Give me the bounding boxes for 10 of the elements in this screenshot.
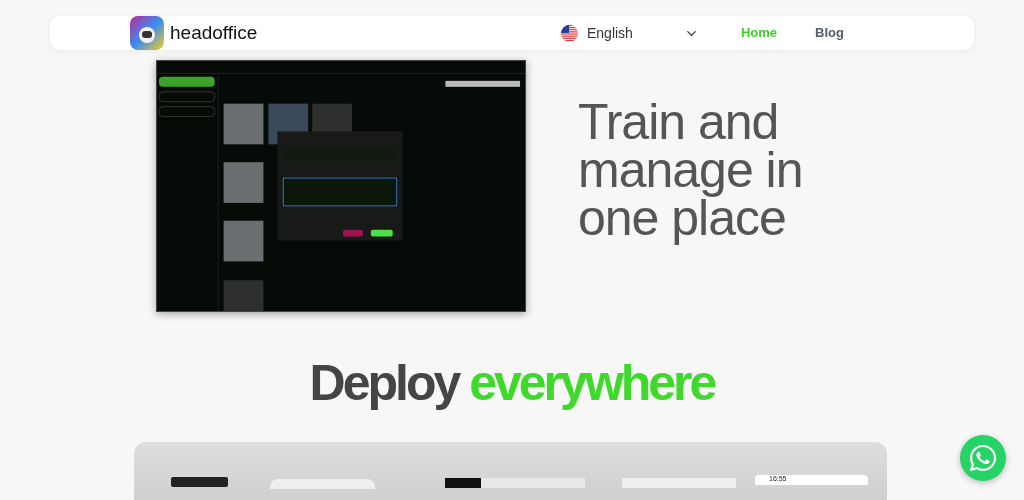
hero-headline: Train and manage in one place [578, 98, 804, 248]
laptop-preview [171, 477, 228, 487]
language-selector[interactable]: English [561, 22, 699, 44]
whatsapp-button[interactable] [960, 435, 1006, 481]
logo-icon [130, 16, 164, 50]
brand-name: headoffice [170, 20, 258, 45]
nav-link[interactable]: Blog [815, 23, 844, 43]
deploy-heading: Deploy everywhere [308, 355, 716, 411]
whatsapp-icon [968, 443, 998, 473]
flag-icon [561, 24, 578, 42]
